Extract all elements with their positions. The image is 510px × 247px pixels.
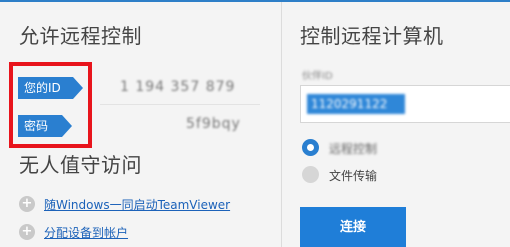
file-transfer-radio[interactable] [302,166,319,183]
allow-remote-title: 允许远程控制 [19,24,142,48]
unattended-title: 无人值守访问 [19,153,142,177]
control-remote-title: 控制远程计算机 [300,24,444,48]
remote-control-label[interactable]: 远程控制 [329,140,377,157]
start-with-windows-link[interactable]: 随Windows一同启动TeamViewer [44,196,230,213]
your-id-value: 1 194 357 879 [120,79,236,95]
plus-icon: + [19,196,35,212]
connect-button[interactable]: 连接 [300,207,406,247]
highlight-box [9,62,92,148]
assign-device-link[interactable]: 分配设备到帐户 [44,224,128,241]
file-transfer-label[interactable]: 文件传输 [329,167,377,184]
partner-id-value: 1120291122 [307,94,405,114]
remote-control-radio[interactable] [302,139,319,156]
password-value: 5f9bqy [186,116,241,132]
partner-id-label: 伙伴ID [302,71,333,82]
partner-id-input[interactable]: 1120291122 [300,85,510,123]
id-row-divider [100,104,260,105]
plus-icon: + [19,224,35,240]
